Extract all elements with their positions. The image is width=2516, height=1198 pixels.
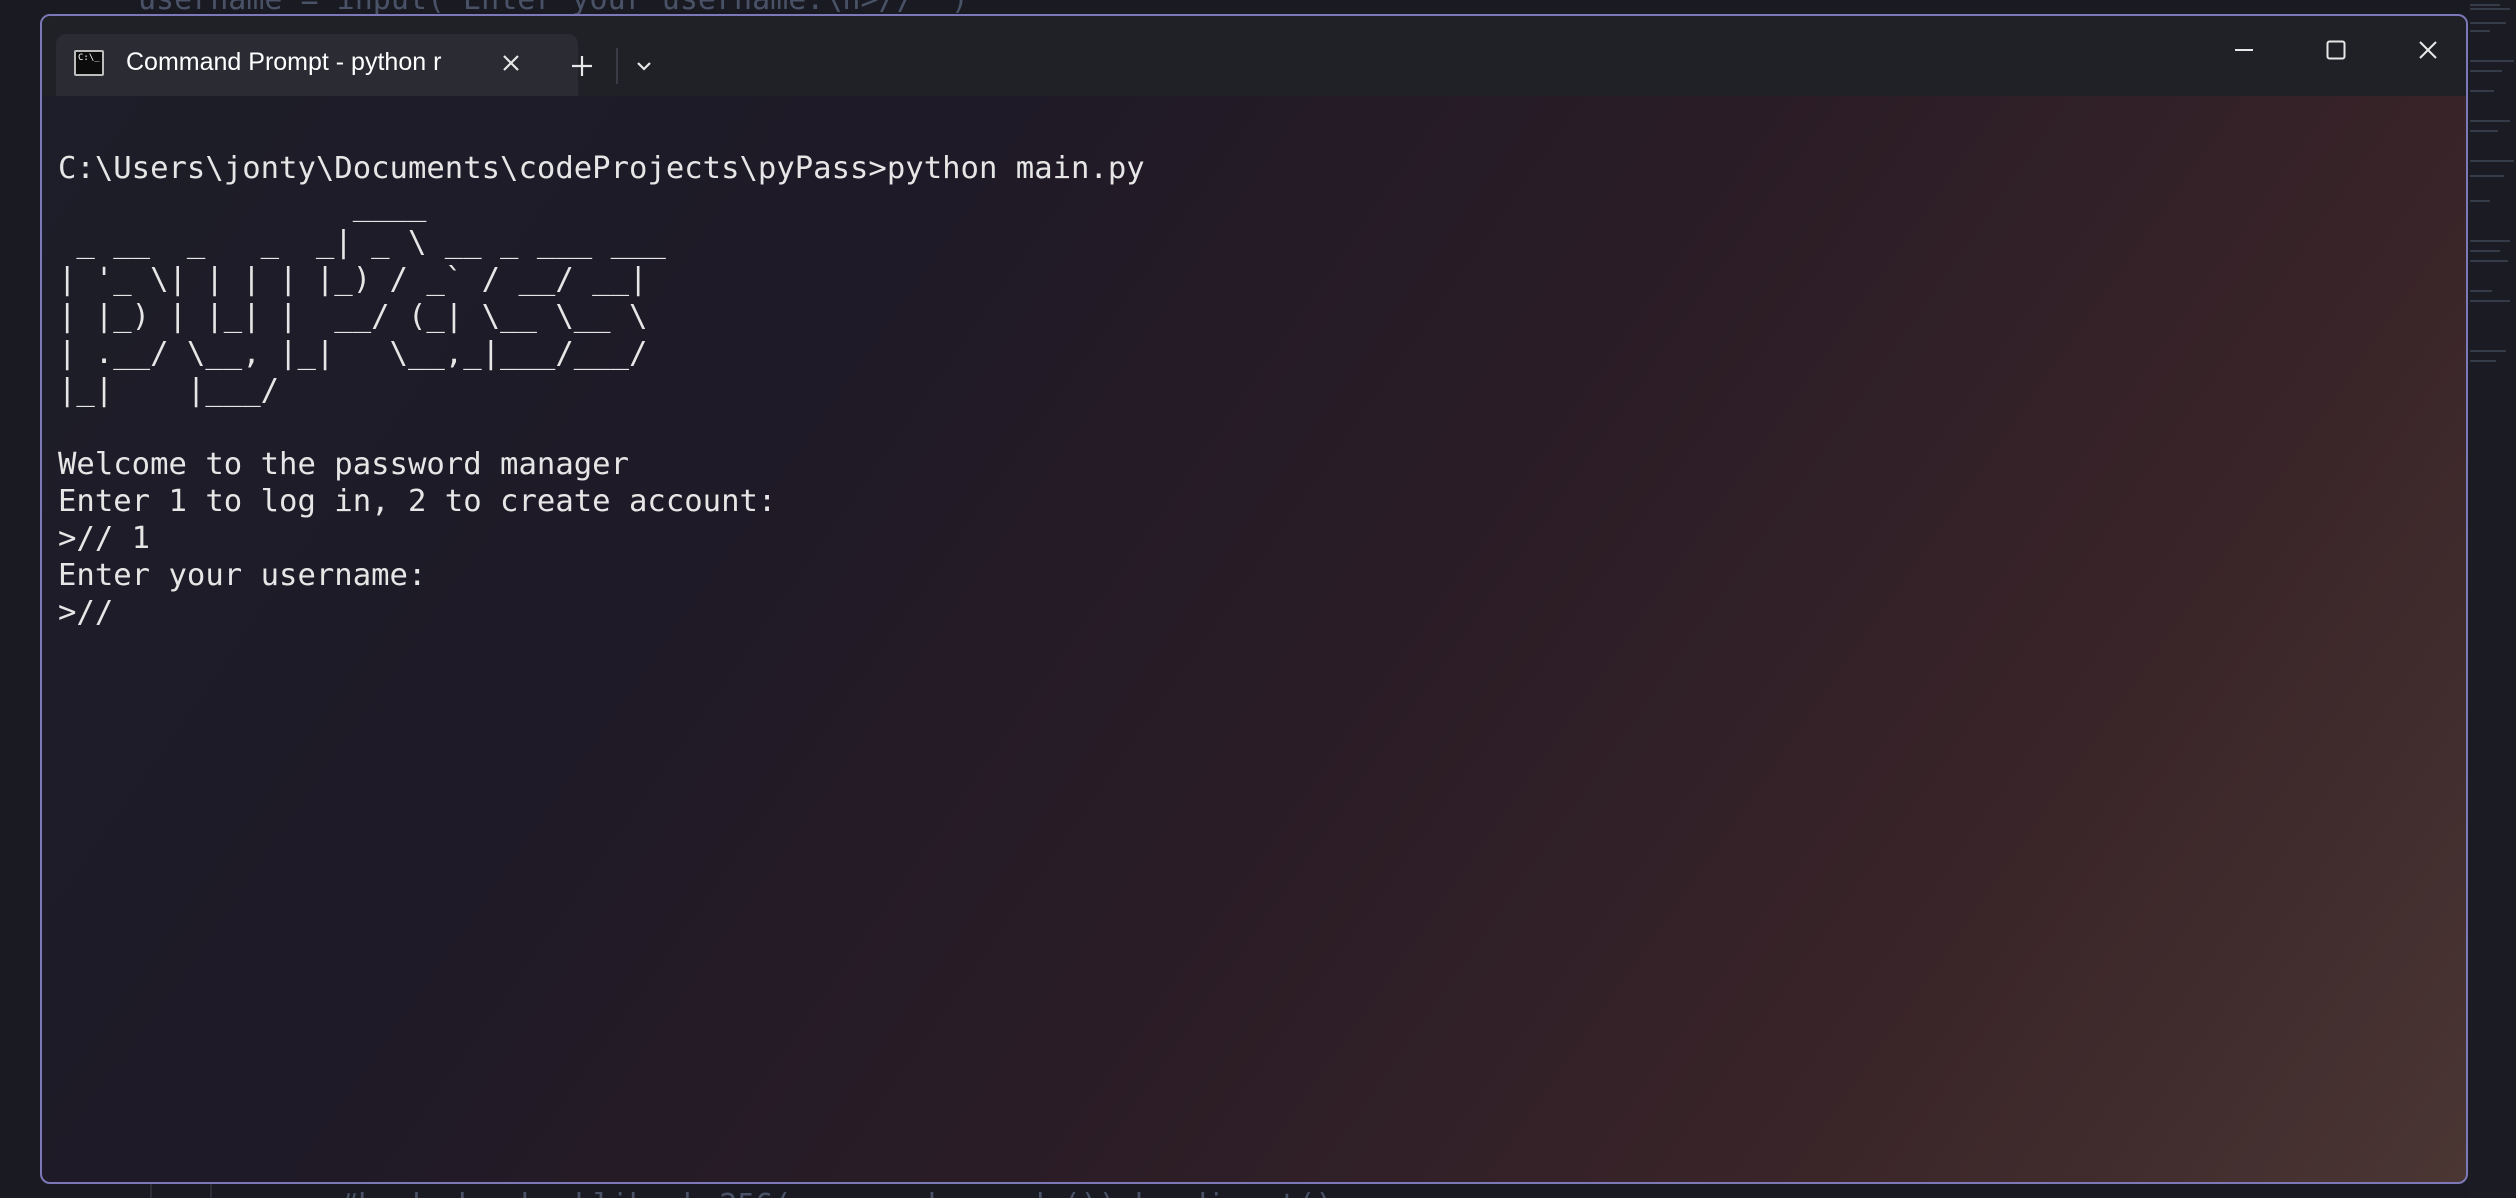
indent-guide — [210, 1184, 212, 1198]
minimap-line — [2470, 260, 2508, 262]
welcome-message: Welcome to the password manager — [58, 447, 629, 482]
minimap-line — [2470, 90, 2494, 92]
minimap-line — [2470, 350, 2506, 352]
minimap-line — [2470, 300, 2510, 302]
minimap-line — [2470, 22, 2506, 24]
terminal-window[interactable]: Command Prompt - python r — [40, 14, 2468, 1184]
minimap-line — [2470, 250, 2500, 252]
minimap-line — [2470, 70, 2502, 72]
command-prompt-icon — [74, 50, 104, 76]
minimap-line — [2470, 175, 2504, 177]
tab-title: Command Prompt - python r — [126, 48, 442, 76]
minimap-line — [2470, 30, 2490, 32]
close-icon — [2419, 41, 2437, 59]
minimap-line — [2470, 8, 2510, 10]
maximize-button[interactable] — [2306, 28, 2366, 72]
menu-prompt: Enter 1 to log in, 2 to create account: — [58, 484, 777, 519]
ascii-banner-line: | |_) | |_| | __/ (_| \__ \__ \ — [58, 299, 648, 334]
tab-close-button[interactable] — [492, 44, 530, 82]
indent-guide — [150, 1184, 152, 1198]
minimap-line — [2470, 290, 2492, 292]
minimap-line — [2470, 130, 2498, 132]
command-line: C:\Users\jonty\Documents\codeProjects\py… — [58, 151, 1145, 186]
close-window-button[interactable] — [2398, 28, 2458, 72]
tab-divider — [616, 48, 618, 84]
minimize-icon — [2235, 49, 2253, 51]
minimap-line — [2470, 240, 2510, 242]
ascii-banner-line: |_| |___/ — [58, 373, 280, 408]
title-bar[interactable]: Command Prompt - python r — [42, 16, 2466, 96]
close-icon — [503, 55, 519, 71]
ascii-banner-line: | '_ \| | | | |_) / _` / __/ __| — [58, 262, 648, 297]
tab-dropdown-button[interactable] — [622, 44, 666, 88]
new-tab-button[interactable] — [560, 44, 604, 88]
input-prompt-cursor[interactable]: >// — [58, 594, 1145, 631]
background-code-line: #hashed = hashlib.sha256(password.encode… — [340, 1188, 1333, 1198]
tab-command-prompt[interactable]: Command Prompt - python r — [56, 34, 578, 96]
minimap-line — [2470, 4, 2500, 6]
ascii-banner-line: | .__/ \__, |_| \__,_|___/___/ — [58, 336, 648, 371]
minimap-line — [2470, 120, 2510, 122]
ascii-banner-line: ____ — [58, 188, 427, 223]
username-prompt: Enter your username: — [58, 558, 427, 593]
terminal-output[interactable]: C:\Users\jonty\Documents\codeProjects\py… — [58, 150, 1145, 631]
minimap-line — [2470, 160, 2514, 162]
minimize-button[interactable] — [2214, 28, 2274, 72]
plus-icon — [572, 56, 592, 76]
editor-minimap[interactable] — [2468, 0, 2516, 1198]
chevron-down-icon — [637, 62, 651, 71]
maximize-icon — [2326, 40, 2346, 60]
minimap-line — [2470, 360, 2496, 362]
user-input-line: >// 1 — [58, 521, 151, 556]
minimap-line — [2470, 60, 2514, 62]
ascii-banner-line: _ __ _ _ _| _ \ __ _ ___ ___ — [58, 225, 666, 260]
minimap-line — [2470, 200, 2490, 202]
